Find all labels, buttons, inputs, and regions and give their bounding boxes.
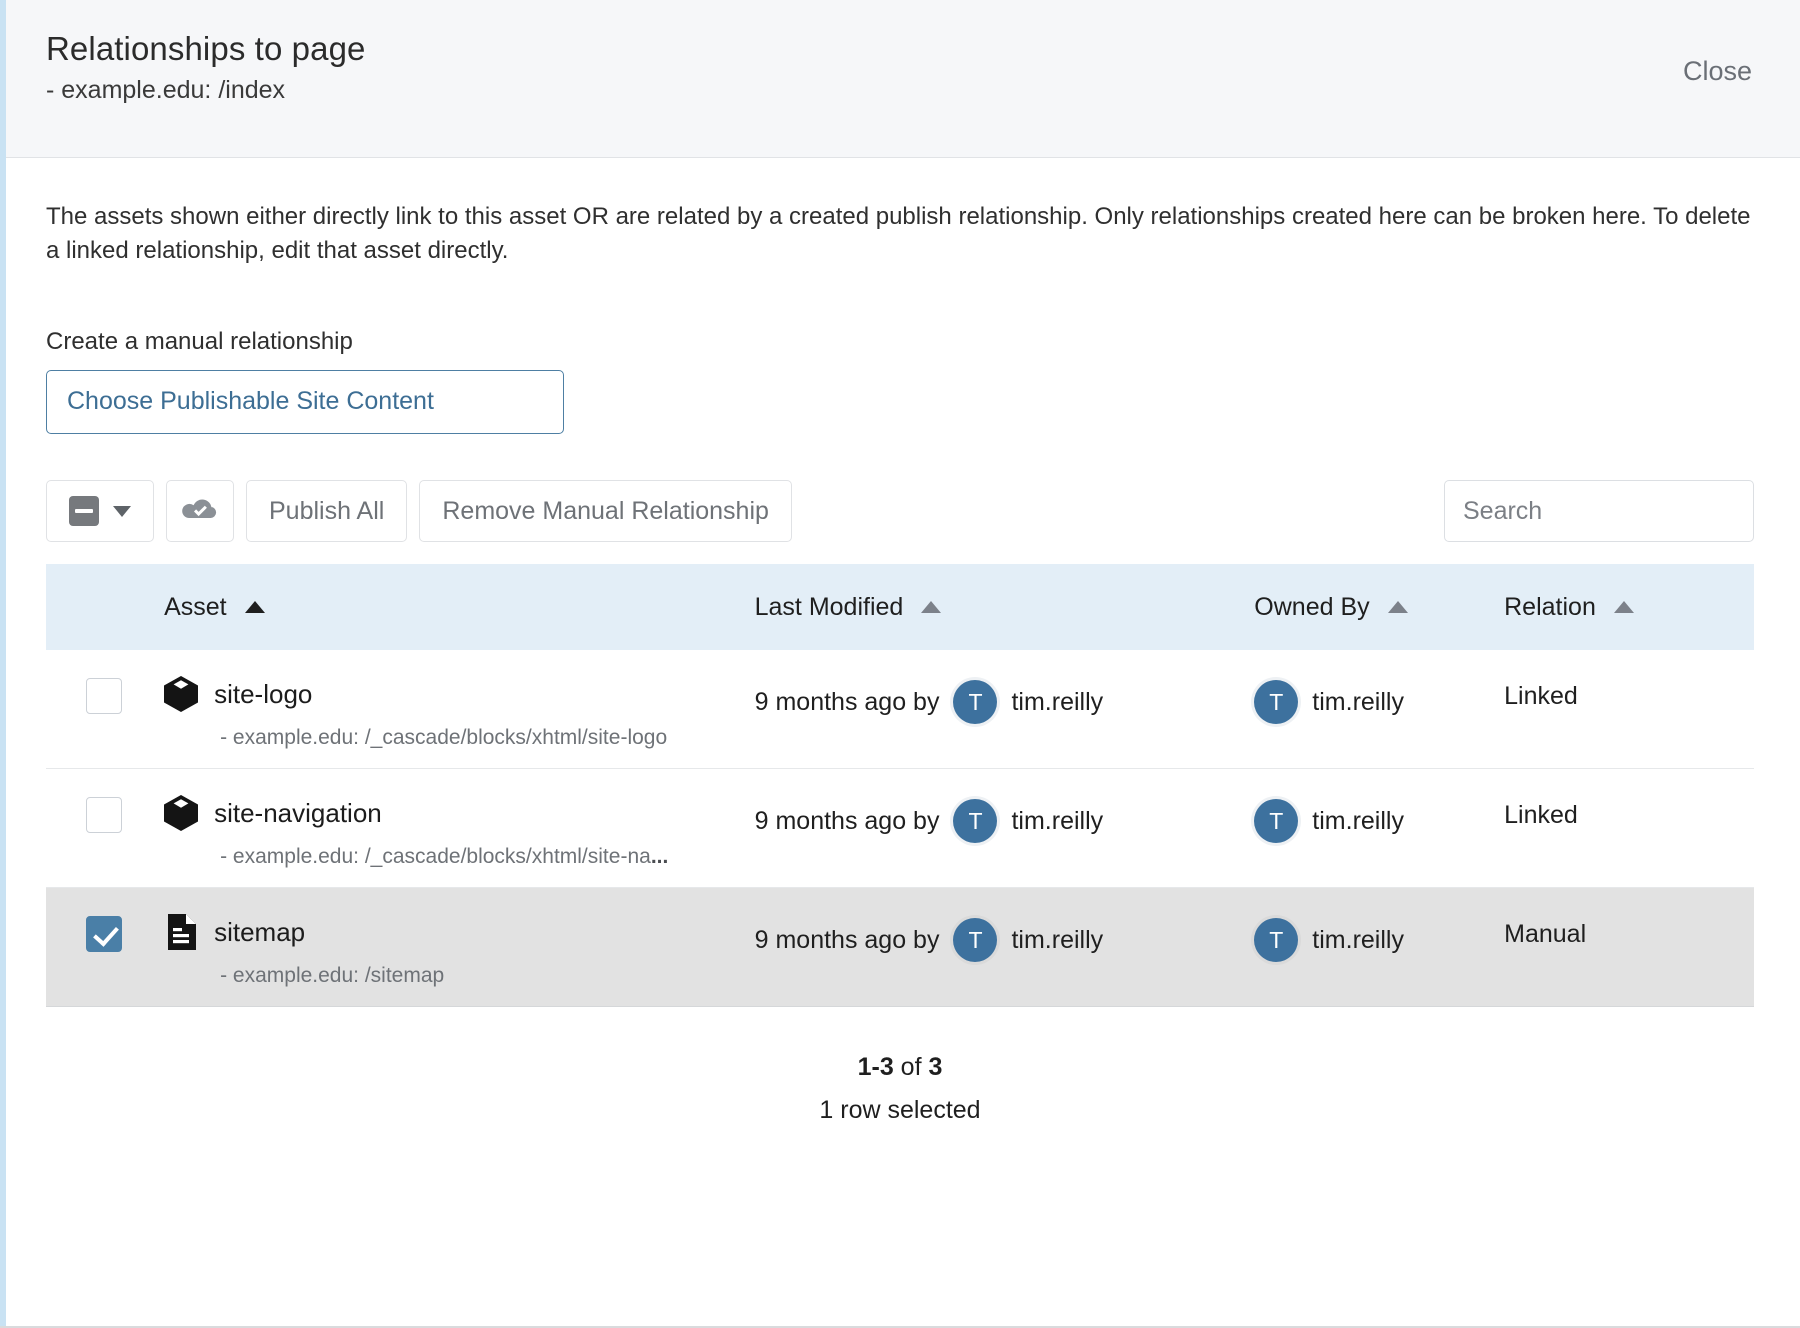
publish-all-button[interactable]: Publish All <box>246 480 408 543</box>
last-modified-by: tim.reilly <box>1011 925 1104 954</box>
close-button[interactable]: Close <box>1677 54 1758 89</box>
table-row[interactable]: site-navigation - example.edu: /_cascade/… <box>46 769 1754 888</box>
avatar: T <box>1254 799 1299 844</box>
column-header-owned-by-label: Owned By <box>1254 592 1370 621</box>
pagination-total: 3 <box>928 1053 943 1082</box>
relation-cell: Linked <box>1504 650 1754 769</box>
column-header-last-modified[interactable]: Last Modified <box>754 564 1255 651</box>
last-modified-text: 9 months ago by <box>754 925 940 954</box>
last-modified-cell: 9 months ago by Ttim.reilly <box>755 769 1255 888</box>
modal-header: Relationships to page - example.edu: /in… <box>0 0 1800 158</box>
block-icon <box>164 676 199 713</box>
column-header-relation[interactable]: Relation <box>1504 564 1754 651</box>
owned-by-cell: Ttim.reilly <box>1254 888 1504 1007</box>
asset-name[interactable]: site-navigation <box>214 798 382 829</box>
chevron-down-icon <box>113 505 131 517</box>
column-header-owned-by[interactable]: Owned By <box>1254 564 1505 651</box>
page-icon <box>168 914 197 951</box>
relation-value: Manual <box>1504 920 1587 949</box>
last-modified-text: 9 months ago by <box>754 687 940 716</box>
sort-ascending-icon[interactable] <box>1387 601 1408 614</box>
avatar: T <box>1254 918 1299 963</box>
asset-path: - example.edu: /sitemap <box>220 964 445 988</box>
last-modified-cell: 9 months ago by Ttim.reilly <box>755 650 1255 769</box>
pagination-summary: 1-3 of 3 <box>46 1053 1754 1082</box>
relation-value: Linked <box>1504 801 1578 830</box>
asset-name[interactable]: sitemap <box>214 917 305 948</box>
sort-ascending-icon[interactable] <box>244 601 265 614</box>
select-all-dropdown[interactable] <box>46 480 154 543</box>
publish-button[interactable] <box>166 480 234 543</box>
table-head: Asset Last Modified Owned By Relation <box>46 564 1754 651</box>
modal-body: The assets shown either directly link to… <box>0 0 1800 1328</box>
asset-path: - example.edu: /_cascade/blocks/xhtml/si… <box>220 845 669 869</box>
truncation-ellipsis: ... <box>650 845 669 869</box>
sort-ascending-icon[interactable] <box>921 601 942 614</box>
table-body: site-logo - example.edu: /_cascade/blocks… <box>0 0 1754 1328</box>
owned-by-cell: Ttim.reilly <box>1254 650 1504 769</box>
owned-by-cell: Ttim.reilly <box>1254 769 1504 888</box>
last-modified-text: 9 months ago by <box>754 806 940 835</box>
page-title: Relationships to page <box>46 30 366 67</box>
owner-name: tim.reilly <box>1312 687 1404 716</box>
relation-value: Linked <box>1504 682 1578 711</box>
asset-name[interactable]: site-logo <box>214 679 312 710</box>
avatar: T <box>953 680 998 725</box>
owner-name: tim.reilly <box>1312 925 1404 954</box>
table-header-row: Asset Last Modified Owned By Relation <box>46 564 1754 651</box>
table-row[interactable]: sitemap - example.edu: /sitemap 9 months a… <box>0 0 1754 1328</box>
cloud-check-icon <box>182 499 217 519</box>
asset-path: - example.edu: /_cascade/blocks/xhtml/si… <box>220 726 668 750</box>
remove-manual-relationship-button[interactable]: Remove Manual Relationship <box>419 480 792 543</box>
page-subtitle: - example.edu: /index <box>46 76 286 105</box>
asset-cell: site-navigation - example.edu: /_cascade/… <box>164 769 755 888</box>
table-footer: 1-3 of 3 1 row selected <box>46 1053 1754 1125</box>
table-row[interactable]: site-logo - example.edu: /_cascade/blocks… <box>46 650 1754 769</box>
column-header-asset-label: Asset <box>164 592 227 621</box>
avatar: T <box>1254 680 1299 725</box>
choose-publishable-site-content-button[interactable]: Choose Publishable Site Content <box>46 370 564 435</box>
description-text: The assets shown either directly link to… <box>46 203 1751 265</box>
create-relationship-label: Create a manual relationship <box>46 328 353 356</box>
relationships-modal: Relationships to page - example.edu: /in… <box>0 0 1800 1328</box>
asset-cell: site-logo - example.edu: /_cascade/blocks… <box>164 650 755 769</box>
row-checkbox-cell <box>46 769 164 888</box>
row-checkbox[interactable] <box>86 797 122 834</box>
pagination-of: of <box>893 1053 929 1082</box>
last-modified-by: tim.reilly <box>1011 806 1104 835</box>
avatar: T <box>953 799 998 844</box>
pagination-range: 1-3 <box>857 1053 894 1082</box>
block-icon <box>164 795 199 832</box>
column-header-relation-label: Relation <box>1504 592 1596 621</box>
relation-cell: Manual <box>1504 888 1754 1007</box>
header-checkbox-cell <box>46 564 165 651</box>
avatar: T <box>953 918 998 963</box>
selection-indicator <box>0 0 6 1328</box>
sort-ascending-icon[interactable] <box>1613 601 1634 614</box>
row-checkbox[interactable] <box>86 678 122 715</box>
table-toolbar: Publish All Remove Manual Relationship <box>46 480 1754 543</box>
column-header-last-modified-label: Last Modified <box>754 592 904 621</box>
relation-cell: Linked <box>1504 769 1754 888</box>
row-checkbox[interactable] <box>86 916 122 953</box>
search-input[interactable] <box>1444 480 1754 543</box>
rows-selected-status: 1 row selected <box>819 1096 981 1125</box>
last-modified-cell: 9 months ago by Ttim.reilly <box>755 888 1255 1007</box>
asset-cell: sitemap - example.edu: /sitemap <box>164 888 755 1007</box>
last-modified-by: tim.reilly <box>1011 687 1104 716</box>
search-container <box>1444 480 1754 543</box>
relationships-table: Asset Last Modified Owned By Relation si… <box>0 0 1754 1328</box>
column-header-asset[interactable]: Asset <box>164 564 755 651</box>
indeterminate-checkbox-icon <box>69 496 99 527</box>
row-checkbox-cell <box>0 0 164 1328</box>
owner-name: tim.reilly <box>1312 806 1404 835</box>
row-checkbox-cell <box>46 650 164 769</box>
